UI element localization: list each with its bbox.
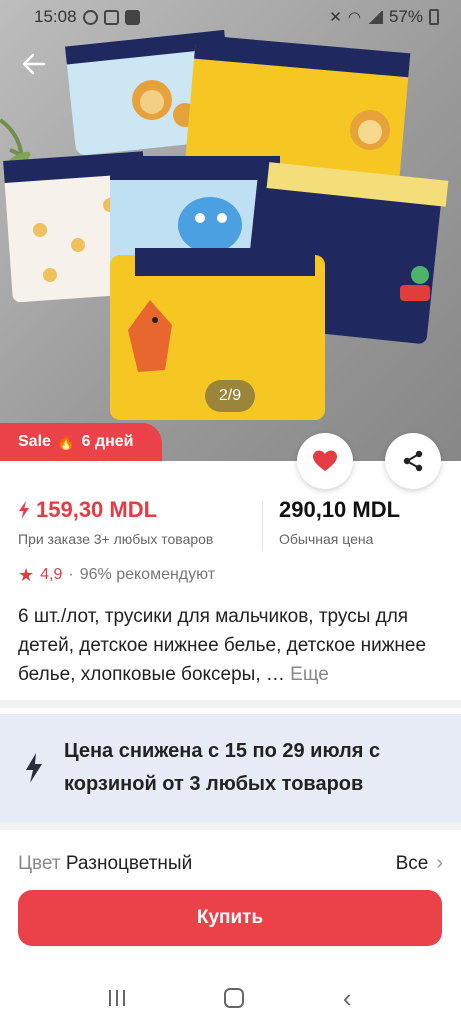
sale-days: 6 дней (81, 433, 134, 450)
gallery-page-indicator: 2/9 (205, 380, 255, 412)
system-nav-bar: ‹ (0, 975, 461, 1020)
product-title-text: 6 шт./лот, трусики для мальчиков, трусы … (18, 606, 427, 685)
heart-icon (313, 450, 337, 471)
sale-price-value: 159,30 MDL (36, 497, 158, 522)
battery-icon (429, 9, 439, 25)
sale-label: Sale (18, 433, 51, 450)
show-more-link[interactable]: Еще (290, 664, 329, 685)
status-bar: 15:08 ✕ ◠ 57% (0, 0, 461, 34)
star-icon: ★ (18, 565, 35, 585)
price-divider (262, 501, 263, 551)
recent-apps-button[interactable] (109, 989, 126, 1006)
share-button[interactable] (385, 433, 441, 489)
all-colors-link[interactable]: Все › (396, 852, 443, 875)
back-button[interactable] (16, 46, 52, 82)
color-value: Разноцветный (65, 852, 193, 874)
app-notification-icon (124, 9, 140, 25)
system-back-button[interactable]: ‹ (343, 985, 352, 1011)
status-time: 15:08 (34, 7, 77, 26)
promo-banner: Цена снижена с 15 по 29 июля с корзиной … (0, 714, 461, 822)
sale-price-note: При заказе 3+ любых товаров (18, 531, 214, 547)
favorite-button[interactable] (297, 433, 353, 489)
gallery-icon (103, 9, 119, 25)
mute-icon: ✕ (329, 9, 342, 26)
promo-text: Цена снижена с 15 по 29 июля с корзиной … (64, 740, 381, 795)
buy-button[interactable]: Купить (18, 890, 442, 946)
color-label: Цвет (18, 852, 61, 874)
color-option-row[interactable]: Цвет Разноцветный Все › (18, 852, 443, 875)
rating-separator: · (68, 566, 74, 583)
all-colors-label: Все (395, 852, 429, 874)
section-divider (0, 822, 461, 830)
wifi-icon: ◠ (347, 9, 361, 26)
product-title[interactable]: 6 шт./лот, трусики для мальчиков, трусы … (18, 602, 446, 689)
chevron-right-icon: › (436, 852, 443, 874)
recommend-percent: 96% рекомендуют (79, 566, 216, 583)
sale-badge: Sale 🔥 6 дней (0, 423, 162, 461)
signal-icon (366, 10, 383, 24)
battery-level: 57% (388, 7, 423, 26)
share-icon (403, 450, 423, 472)
viber-icon (82, 9, 98, 25)
price-section: 159,30 MDL При заказе 3+ любых товаров 2… (18, 497, 443, 553)
rating-row[interactable]: ★ 4,9 · 96% рекомендуют (18, 566, 215, 584)
sale-price: 159,30 MDL (18, 497, 262, 523)
section-divider (0, 700, 461, 708)
fire-icon: 🔥 (56, 434, 76, 451)
home-button[interactable] (224, 987, 245, 1008)
lightning-icon (26, 753, 42, 783)
regular-price: 290,10 MDL (279, 497, 401, 522)
product-image-carousel[interactable]: 2/9 Sale 🔥 6 дней (0, 0, 461, 461)
regular-price-note: Обычная цена (279, 531, 374, 547)
rating-score: 4,9 (40, 566, 63, 583)
bolt-icon (19, 501, 29, 519)
back-arrow-icon (22, 53, 46, 75)
